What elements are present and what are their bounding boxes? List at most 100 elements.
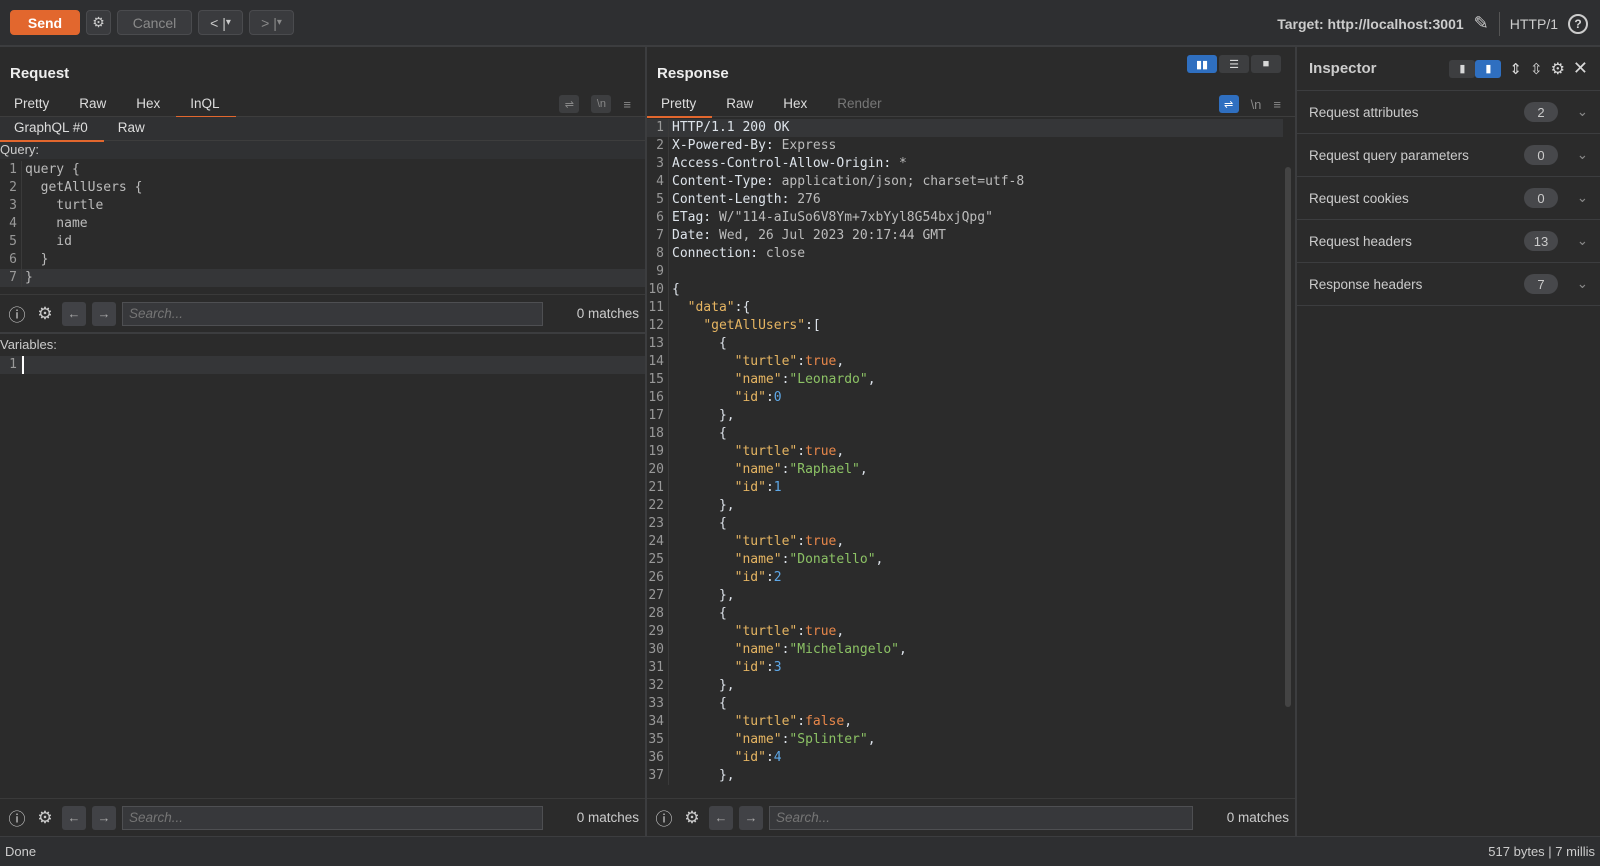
code-token: 2 — [773, 570, 782, 585]
line-text: "getAllUsers":[ — [669, 317, 1283, 335]
code-token: : — [765, 480, 774, 495]
line-text: "name":"Splinter", — [669, 731, 1283, 749]
help-icon[interactable]: ⓘ — [653, 807, 675, 829]
code-token: "Donatello" — [789, 552, 876, 567]
chevron-down-icon[interactable]: ⌄ — [1558, 276, 1588, 292]
chevron-down-icon[interactable]: ⌄ — [1558, 233, 1588, 249]
line-number: 10 — [647, 281, 669, 299]
chevron-down-icon[interactable]: ⌄ — [1558, 190, 1588, 206]
collapse-all-icon[interactable]: ⇳ — [1530, 60, 1543, 78]
query-search-input[interactable] — [122, 301, 543, 326]
menu-icon[interactable]: ≡ — [1273, 97, 1281, 112]
inspector-section[interactable]: Response headers 7 ⌄ — [1297, 263, 1600, 306]
tab-pretty[interactable]: Pretty — [0, 93, 65, 116]
help-icon[interactable]: ⓘ — [6, 807, 28, 829]
word-wrap-icon[interactable]: ⇌ — [1218, 95, 1239, 113]
settings-gear-icon[interactable]: ⚙ — [681, 807, 703, 829]
response-search-input[interactable] — [769, 805, 1193, 830]
line-number: 29 — [647, 623, 669, 641]
cancel-button[interactable]: Cancel — [117, 10, 192, 35]
code-line: 28 { — [647, 605, 1283, 623]
code-token: close — [758, 246, 806, 261]
layout-side-by-side-icon[interactable]: ▮▮ — [1187, 55, 1217, 73]
dock-right-icon[interactable]: ▮ — [1475, 59, 1502, 78]
inspector-section[interactable]: Request headers 13 ⌄ — [1297, 220, 1600, 263]
code-line: 3 Access-Control-Allow-Origin: * — [647, 155, 1283, 173]
scrollbar[interactable] — [1285, 167, 1291, 707]
line-text: ETag: W/"114-aIuSo6V8Ym+7xbYyl8G54bxjQpg… — [669, 209, 1283, 227]
response-editor[interactable]: 1 HTTP/1.1 200 OK 2 X-Powered-By: Express 3 A… — [647, 117, 1283, 798]
arrow-left-icon[interactable]: ← — [62, 301, 86, 326]
chevron-down-icon[interactable]: ⌄ — [1558, 104, 1588, 120]
variables-search-input[interactable] — [122, 805, 543, 830]
arrow-right-icon[interactable]: → — [92, 301, 116, 326]
tab-graphql-raw[interactable]: Raw — [104, 117, 161, 140]
count-badge: 0 — [1524, 188, 1558, 208]
newline-icon[interactable]: \n — [591, 95, 612, 113]
code-line: 26 "id":2 — [647, 569, 1283, 587]
settings-gear-icon[interactable]: ⚙ — [1551, 59, 1565, 79]
arrow-left-icon[interactable]: ← — [62, 805, 86, 830]
chevron-down-icon[interactable]: ⌄ — [1558, 147, 1588, 163]
newline-icon[interactable]: \n — [1251, 97, 1262, 112]
tab-render[interactable]: Render — [823, 93, 897, 116]
request-tabs: Pretty Raw Hex InQL ⇌ \n ≡ — [0, 93, 645, 118]
line-text: "id":1 — [669, 479, 1283, 497]
code-token: "id" — [734, 480, 766, 495]
response-tabs: Pretty Raw Hex Render ⇌ \n ≡ — [647, 93, 1295, 118]
code-token: "name" — [734, 462, 782, 477]
tab-pretty[interactable]: Pretty — [647, 93, 713, 118]
close-icon[interactable]: ✕ — [1573, 58, 1588, 79]
inspector-section[interactable]: Request attributes 2 ⌄ — [1297, 91, 1600, 134]
line-number: 16 — [647, 389, 669, 407]
tab-raw[interactable]: Raw — [65, 93, 122, 116]
tab-raw[interactable]: Raw — [712, 93, 769, 116]
expand-all-icon[interactable]: ⇕ — [1509, 60, 1522, 78]
section-label: Request headers — [1309, 233, 1412, 249]
settings-gear-icon[interactable]: ⚙ — [86, 10, 111, 35]
line-text — [22, 356, 645, 374]
dock-left-icon[interactable]: ▮ — [1449, 59, 1476, 78]
tab-hex[interactable]: Hex — [769, 93, 823, 116]
settings-gear-icon[interactable]: ⚙ — [34, 303, 56, 325]
arrow-right-icon[interactable]: → — [92, 805, 116, 830]
protocol-toggle[interactable]: HTTP/1 — [1510, 16, 1558, 32]
request-panel: Request Pretty Raw Hex InQL ⇌ \n ≡ GraphQL… — [0, 47, 647, 836]
arrow-left-icon[interactable]: ← — [709, 805, 733, 830]
inspector-section[interactable]: Request query parameters 0 ⌄ — [1297, 134, 1600, 177]
code-token: false — [805, 714, 845, 729]
help-icon[interactable]: ⓘ — [6, 303, 28, 325]
count-badge: 2 — [1524, 102, 1558, 122]
back-button[interactable]: < | ▾ — [198, 10, 243, 35]
code-line: 31 "id":3 — [647, 659, 1283, 677]
word-wrap-icon[interactable]: ⇌ — [559, 95, 580, 113]
code-token: id — [25, 234, 72, 249]
layout-stacked-icon[interactable]: ☰ — [1219, 55, 1249, 73]
arrow-right-icon[interactable]: → — [739, 805, 763, 830]
send-button[interactable]: Send — [10, 10, 80, 35]
code-line: 1 query { — [0, 161, 645, 179]
query-editor[interactable]: 1 query {2 getAllUsers {3 turtle 4 name 5 i… — [0, 159, 645, 294]
tab-inql[interactable]: InQL — [176, 93, 236, 118]
variables-editor[interactable]: 1 — [0, 354, 645, 798]
inspector-section[interactable]: Request cookies 0 ⌄ — [1297, 177, 1600, 220]
line-text: "id":2 — [669, 569, 1283, 587]
help-icon[interactable]: ? — [1568, 13, 1588, 34]
tab-hex[interactable]: Hex — [122, 93, 176, 116]
code-line: 4 name — [0, 215, 645, 233]
tab-graphql-0[interactable]: GraphQL #0 — [0, 117, 104, 142]
layout-single-icon[interactable]: ■ — [1251, 55, 1281, 73]
line-number: 32 — [647, 677, 669, 695]
code-token: { — [672, 336, 727, 351]
edit-pencil-icon[interactable]: ✎ — [1474, 13, 1489, 34]
forward-button[interactable]: > | ▾ — [249, 10, 294, 35]
menu-icon[interactable]: ≡ — [623, 97, 631, 112]
line-number: 18 — [647, 425, 669, 443]
settings-gear-icon[interactable]: ⚙ — [34, 807, 56, 829]
code-token: "Splinter" — [789, 732, 868, 747]
code-token: Date: — [672, 228, 712, 243]
